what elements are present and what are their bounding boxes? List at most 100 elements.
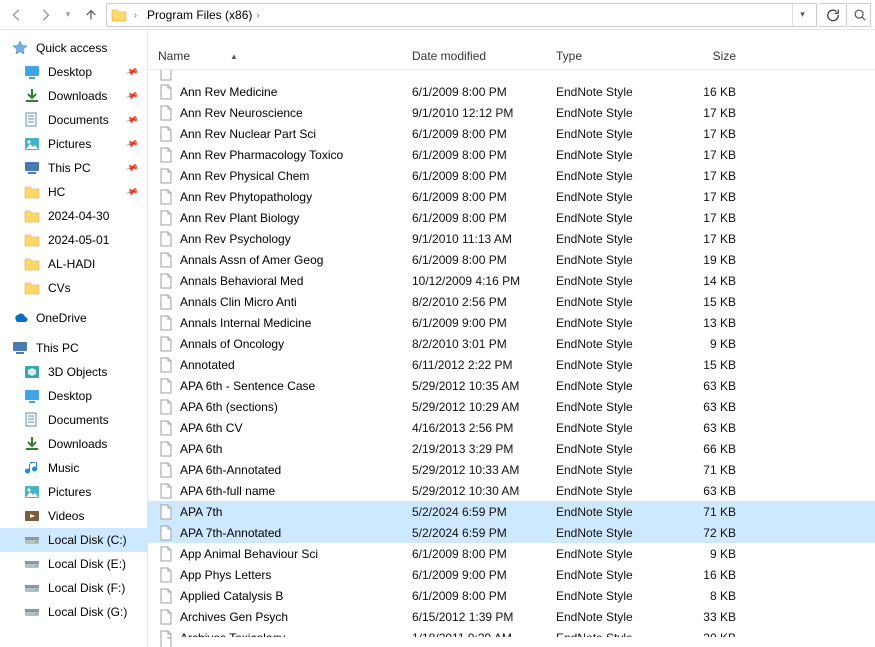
sidebar-item[interactable]: Documents	[0, 408, 147, 432]
column-header-size[interactable]: Size	[674, 49, 744, 63]
column-header-type[interactable]: Type	[556, 49, 674, 63]
file-type-label: EndNote Style	[556, 421, 674, 435]
onedrive-label: OneDrive	[36, 311, 87, 325]
file-row[interactable]: Annotated6/11/2012 2:22 PMEndNote Style1…	[148, 354, 875, 375]
file-icon	[158, 483, 174, 499]
file-date-label: 6/11/2012 2:22 PM	[412, 358, 556, 372]
breadcrumb-chevron[interactable]: ›	[129, 4, 142, 26]
file-row[interactable]: Ann Rev Neuroscience9/1/2010 12:12 PMEnd…	[148, 102, 875, 123]
file-row[interactable]: APA 6th - Sentence Case5/29/2012 10:35 A…	[148, 375, 875, 396]
sidebar-item[interactable]: Local Disk (C:)	[0, 528, 147, 552]
file-row[interactable]: APA 7th5/2/2024 6:59 PMEndNote Style71 K…	[148, 501, 875, 522]
sidebar-item[interactable]: HC📌	[0, 180, 147, 204]
nav-forward-button[interactable]	[32, 2, 58, 28]
quick-access-label: Quick access	[36, 41, 107, 55]
file-date-label: 9/1/2010 12:12 PM	[412, 106, 556, 120]
file-name-label: Ann Rev Psychology	[180, 232, 291, 246]
column-header-date[interactable]: Date modified	[412, 49, 556, 63]
sidebar-item[interactable]: Local Disk (F:)	[0, 576, 147, 600]
folder-icon	[24, 256, 40, 272]
file-row[interactable]: Ann Rev Phytopathology6/1/2009 8:00 PMEn…	[148, 186, 875, 207]
file-row[interactable]: Ann Rev Pharmacology Toxico6/1/2009 8:00…	[148, 144, 875, 165]
sidebar-item[interactable]: Documents📌	[0, 108, 147, 132]
file-icon	[158, 525, 174, 541]
nav-back-button[interactable]	[4, 2, 30, 28]
file-row[interactable]: APA 6th2/19/2013 3:29 PMEndNote Style66 …	[148, 438, 875, 459]
file-row[interactable]: Applied Catalysis B6/1/2009 8:00 PMEndNo…	[148, 585, 875, 606]
sidebar-item[interactable]: AL-HADI	[0, 252, 147, 276]
refresh-button[interactable]	[819, 3, 847, 27]
file-date-label: 10/12/2009 4:16 PM	[412, 274, 556, 288]
file-row[interactable]: Ann Rev Nuclear Part Sci6/1/2009 8:00 PM…	[148, 123, 875, 144]
sidebar-item[interactable]: Desktop	[0, 384, 147, 408]
file-row[interactable]: APA 7th-Annotated5/2/2024 6:59 PMEndNote…	[148, 522, 875, 543]
column-header-name[interactable]: Name ▲	[158, 49, 412, 63]
thispc-root[interactable]: This PC	[0, 336, 147, 360]
file-name-label: APA 6th-full name	[180, 484, 275, 498]
file-type-label: EndNote Style	[556, 190, 674, 204]
file-size-label: 17 KB	[674, 127, 744, 141]
file-row[interactable]: App Phys Letters6/1/2009 9:00 PMEndNote …	[148, 564, 875, 585]
file-icon	[158, 441, 174, 457]
file-size-label: 71 KB	[674, 463, 744, 477]
onedrive-root[interactable]: OneDrive	[0, 306, 147, 330]
file-icon	[158, 315, 174, 331]
file-row[interactable]: APA 6th-full name5/29/2012 10:30 AMEndNo…	[148, 480, 875, 501]
file-row[interactable]: Ann Rev Medicine6/1/2009 8:00 PMEndNote …	[148, 81, 875, 102]
sidebar-item[interactable]: Pictures📌	[0, 132, 147, 156]
file-icon	[158, 462, 174, 478]
file-row[interactable]: APA 6th (sections)5/29/2012 10:29 AMEndN…	[148, 396, 875, 417]
file-row[interactable]: Ann Rev Physical Chem6/1/2009 8:00 PMEnd…	[148, 165, 875, 186]
chevron-right-icon: ›	[254, 10, 261, 20]
file-row[interactable]: Archives Gen Psych6/15/2012 1:39 PMEndNo…	[148, 606, 875, 627]
search-box[interactable]	[849, 3, 871, 27]
sidebar-item[interactable]: This PC📌	[0, 156, 147, 180]
sidebar-item[interactable]: Local Disk (G:)	[0, 600, 147, 624]
sidebar-item[interactable]: Downloads📌	[0, 84, 147, 108]
file-date-label: 6/1/2009 8:00 PM	[412, 85, 556, 99]
sort-ascending-icon: ▲	[230, 52, 238, 61]
quick-access-root[interactable]: Quick access	[0, 36, 147, 60]
path-dropdown-button[interactable]: ▾	[792, 4, 812, 26]
file-icon	[158, 378, 174, 394]
file-name-label: APA 7th-Annotated	[180, 526, 281, 540]
nav-up-button[interactable]	[78, 2, 104, 28]
sidebar-item[interactable]: Local Disk (E:)	[0, 552, 147, 576]
file-name-label: Applied Catalysis B	[180, 589, 283, 603]
file-size-label: 63 KB	[674, 421, 744, 435]
sidebar-item[interactable]: 2024-05-01	[0, 228, 147, 252]
sidebar-item[interactable]: Pictures	[0, 480, 147, 504]
sidebar-item[interactable]: 3D Objects	[0, 360, 147, 384]
sidebar-item-label: Local Disk (F:)	[48, 581, 125, 595]
sidebar-item[interactable]: Videos	[0, 504, 147, 528]
file-row[interactable]: Annals of Oncology8/2/2010 3:01 PMEndNot…	[148, 333, 875, 354]
sidebar-item[interactable]: Music	[0, 456, 147, 480]
breadcrumb-path[interactable]: › This PC›Local Disk (C:)›Program Files …	[106, 3, 817, 27]
file-row[interactable]: App Animal Behaviour Sci6/1/2009 8:00 PM…	[148, 543, 875, 564]
file-name-label: Ann Rev Medicine	[180, 85, 277, 99]
sidebar-item-label: 3D Objects	[48, 365, 107, 379]
downloads-icon	[24, 88, 40, 104]
file-row[interactable]: Annals Internal Medicine6/1/2009 9:00 PM…	[148, 312, 875, 333]
breadcrumb-segment[interactable]: Program Files (x86)›	[144, 4, 264, 26]
file-size-label: 17 KB	[674, 106, 744, 120]
file-row[interactable]: APA 6th CV4/16/2013 2:56 PMEndNote Style…	[148, 417, 875, 438]
file-icon	[158, 336, 174, 352]
sidebar-item[interactable]: 2024-04-30	[0, 204, 147, 228]
file-row[interactable]: Archives Toxicology1/18/2011 9:29 AMEndN…	[148, 627, 875, 637]
file-row[interactable]: Annals Assn of Amer Geog6/1/2009 8:00 PM…	[148, 249, 875, 270]
breadcrumb-segment[interactable]: EndNote X7›	[144, 26, 264, 27]
nav-recent-dropdown[interactable]: ▾	[60, 2, 76, 28]
file-size-label: 9 KB	[674, 337, 744, 351]
sidebar-item[interactable]: CVs	[0, 276, 147, 300]
file-date-label: 2/19/2013 3:29 PM	[412, 442, 556, 456]
file-row[interactable]: Annals Clin Micro Anti8/2/2010 2:56 PMEn…	[148, 291, 875, 312]
sidebar-item-label: Pictures	[48, 485, 91, 499]
file-row[interactable]: Ann Rev Psychology9/1/2010 11:13 AMEndNo…	[148, 228, 875, 249]
file-size-label: 72 KB	[674, 526, 744, 540]
file-row[interactable]: Annals Behavioral Med10/12/2009 4:16 PME…	[148, 270, 875, 291]
file-row[interactable]: APA 6th-Annotated5/29/2012 10:33 AMEndNo…	[148, 459, 875, 480]
sidebar-item[interactable]: Desktop📌	[0, 60, 147, 84]
sidebar-item[interactable]: Downloads	[0, 432, 147, 456]
file-row[interactable]: Ann Rev Plant Biology6/1/2009 8:00 PMEnd…	[148, 207, 875, 228]
